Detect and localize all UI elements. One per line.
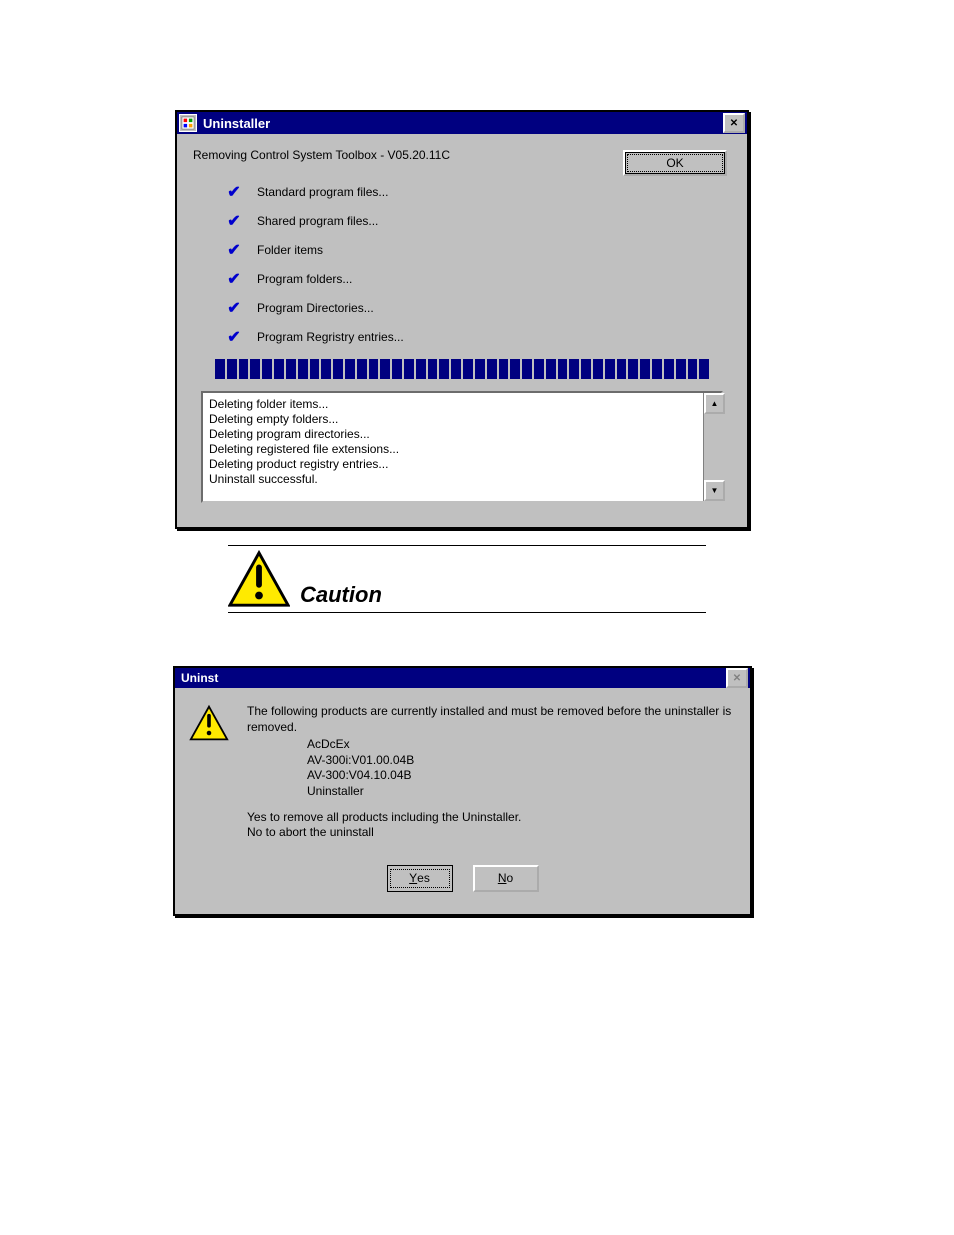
checklist-item: ✔ Program Directories... [223, 298, 731, 318]
checklist-label: Program Regristry entries... [257, 330, 404, 344]
window-title: Uninstaller [203, 116, 723, 131]
checklist-label: Folder items [257, 243, 323, 257]
log-content: Deleting folder items... Deleting empty … [203, 393, 703, 501]
checklist-label: Program Directories... [257, 301, 374, 315]
caution-section: Caution [228, 545, 706, 613]
checklist-item: ✔ Standard program files... [223, 182, 731, 202]
close-icon: ✕ [730, 118, 738, 129]
product-item: AV-300i:V01.00.04B [307, 753, 736, 769]
button-row: Yes No [189, 865, 736, 892]
warning-triangle-icon [189, 704, 229, 742]
no-button[interactable]: No [473, 865, 539, 892]
checklist-item: ✔ Shared program files... [223, 211, 731, 231]
close-button-disabled: ✕ [726, 668, 748, 688]
chevron-up-icon: ▲ [711, 399, 719, 408]
uninstaller-window: Uninstaller ✕ Removing Control System To… [175, 110, 749, 529]
checklist-item: ✔ Program Regristry entries... [223, 327, 731, 347]
progress-checklist: ✔ Standard program files... ✔ Shared progr… [223, 182, 731, 347]
warning-triangle-icon [228, 550, 290, 610]
window-body: Removing Control System Toolbox - V05.20… [177, 134, 747, 527]
check-icon: ✔ [223, 240, 245, 260]
app-icon [179, 114, 197, 132]
check-icon: ✔ [223, 182, 245, 202]
scroll-down-button[interactable]: ▼ [704, 480, 725, 501]
title-bar: Uninst ✕ [175, 668, 750, 688]
close-button[interactable]: ✕ [723, 113, 745, 133]
log-textarea: Deleting folder items... Deleting empty … [201, 391, 723, 503]
checklist-label: Shared program files... [257, 214, 378, 228]
checklist-label: Standard program files... [257, 185, 388, 199]
chevron-down-icon: ▼ [711, 486, 719, 495]
checklist-item: ✔ Folder items [223, 240, 731, 260]
dialog-message: The following products are currently ins… [247, 704, 736, 841]
scroll-up-button[interactable]: ▲ [704, 393, 725, 414]
ok-button[interactable]: OK [623, 150, 727, 176]
dialog-body: The following products are currently ins… [175, 688, 750, 914]
check-icon: ✔ [223, 298, 245, 318]
check-icon: ✔ [223, 211, 245, 231]
product-item: Uninstaller [307, 784, 736, 800]
product-item: AV-300:V04.10.04B [307, 768, 736, 784]
close-icon: ✕ [733, 673, 741, 684]
check-icon: ✔ [223, 269, 245, 289]
yes-button[interactable]: Yes [387, 865, 453, 892]
title-bar: Uninstaller ✕ [177, 112, 747, 134]
product-item: AcDcEx [307, 737, 736, 753]
scrollbar[interactable]: ▲ ▼ [703, 393, 721, 501]
checklist-item: ✔ Program folders... [223, 269, 731, 289]
check-icon: ✔ [223, 327, 245, 347]
uninst-dialog: Uninst ✕ The following products are curr… [173, 666, 752, 916]
progress-bar [215, 359, 709, 379]
checklist-label: Program folders... [257, 272, 352, 286]
caution-label: Caution [300, 582, 382, 608]
window-title: Uninst [177, 671, 726, 685]
